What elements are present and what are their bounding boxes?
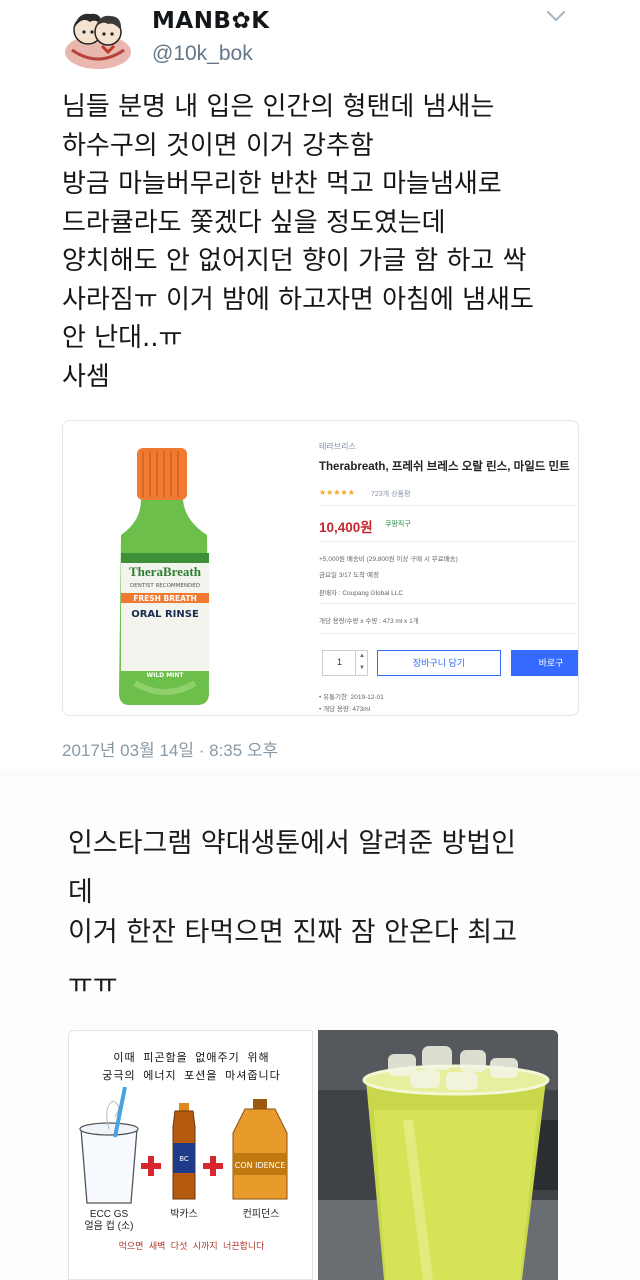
item-label-cup: ECC GS 얼음 컵 (소): [84, 1209, 134, 1232]
rating-stars: ★★★★★: [319, 488, 355, 497]
bottle-brand: TheraBreath: [129, 564, 201, 579]
item-label-confidence: 컨피던스: [242, 1209, 280, 1220]
bottle-flavor: WILD MINT: [146, 672, 184, 679]
add-to-cart-button[interactable]: 장바구니 담기: [377, 650, 501, 676]
shipping-info: +5,000원 배송비 (29,800원 이상 구매 시 무료배송): [319, 556, 458, 563]
rocket-badge: 쿠팡직구: [385, 521, 411, 528]
separator: [319, 633, 577, 634]
illustration-header: 궁극의 에너지 포션을 마셔줍니다: [102, 1069, 281, 1082]
product-details: 테라브리스 Therabreath, 프레쉬 브레스 오랄 린스, 마일드 민트…: [315, 421, 578, 715]
post-text-line: ㅠㅠ: [68, 969, 118, 1000]
post: 인스타그램 약대생툰에서 알려준 방법인 데 이거 한잔 타먹으면 진짜 잠 안…: [0, 776, 640, 1280]
illustration-header: 이때 피곤함을 없애주기 위해: [113, 1051, 270, 1064]
tweet-text-line: 양치해도 안 없어지던 향이 가글 함 하고 싹: [62, 246, 527, 276]
tweet-text: 님들 분명 내 입은 인간의 형탠데 냄새는 하수구의 것이면 이거 강추함 방…: [62, 88, 602, 396]
tweet-timestamp[interactable]: 2017년 03월 14일 · 8:35 오후: [62, 736, 278, 761]
tweet-text-line: 사라짐ㅠ 이거 밤에 하고자면 아침에 냄새도: [62, 284, 534, 315]
tweet-text-line: 님들 분명 내 입은 인간의 형탠데 냄새는: [62, 92, 495, 122]
illustration-footer: 먹으면 새벽 다섯 시까지 너끈합니다: [118, 1242, 265, 1252]
product-price: 10,400원: [319, 520, 373, 535]
avatar[interactable]: [62, 6, 134, 70]
svg-text:BC: BC: [179, 1155, 189, 1163]
post-text-line: 데: [68, 877, 93, 908]
chevron-down-icon[interactable]: [545, 8, 567, 24]
separator: [319, 505, 577, 506]
post-text-line: 인스타그램 약대생툰에서 알려준 방법인: [68, 828, 517, 859]
drink-photo[interactable]: [318, 1030, 558, 1280]
separator: [319, 603, 577, 604]
volume-info: • 개당 용량: 473ml: [319, 706, 371, 713]
arrival-info: 금요일 3/17 도착 예정: [319, 572, 379, 579]
tweet-text-line: 안 난대..ㅠ: [62, 323, 183, 353]
drink-ingredients-drawing: BC CON IDENCE: [79, 1087, 288, 1204]
tweet-text-line: 방금 마늘버무리한 반찬 먹고 마늘냄새로: [62, 169, 502, 199]
bottle-line2: ORAL RINSE: [131, 609, 199, 620]
seller-info: 판매자 : Coupang Global LLC: [319, 590, 404, 597]
user-handle[interactable]: @10k_bok: [152, 42, 253, 66]
tweet-text-line: 하수구의 것이면 이거 강추함: [62, 130, 374, 161]
tweet-text-line: 드라큘라도 쫓겠다 싶을 정도였는데: [62, 207, 446, 238]
confidence-label: CON IDENCE: [235, 1161, 286, 1170]
post-text-line: 이거 한잔 타먹으면 진짜 잠 안온다 최고: [68, 917, 517, 948]
expiry-info: • 유통기한: 2019-12-01: [319, 694, 384, 701]
separator: [319, 541, 577, 542]
quantity-stepper[interactable]: ▲ ▼: [355, 650, 368, 676]
item-label-bacchus: 박카스: [170, 1209, 198, 1220]
mouthwash-bottle-image: TheraBreath DENTIST RECOMMENDED FRESH BR…: [115, 443, 215, 708]
product-image-card[interactable]: TheraBreath DENTIST RECOMMENDED FRESH BR…: [62, 420, 579, 716]
product-brand: 테라브리스: [319, 442, 356, 451]
product-title: Therabreath, 프레쉬 브레스 오랄 린스, 마일드 민트: [319, 461, 570, 473]
display-name[interactable]: MANB✿K: [152, 8, 270, 34]
energy-potion-illustration[interactable]: 이때 피곤함을 없애주기 위해 궁극의 에너지 포션을 마셔줍니다 BC CON…: [68, 1030, 313, 1280]
bottle-line1: FRESH BREATH: [133, 594, 197, 603]
buy-now-button[interactable]: 바로구: [511, 650, 578, 676]
tweet: MANB✿K @10k_bok 님들 분명 내 입은 인간의 형탠데 냄새는 하…: [0, 0, 640, 770]
tweet-text-line: 사셈: [62, 361, 110, 392]
bottle-recommended: DENTIST RECOMMENDED: [130, 583, 200, 589]
review-count: 723개 상품평: [371, 491, 411, 498]
option-info: 개당 용량/수량 x 수량 : 473 ml x 1개: [319, 618, 419, 625]
